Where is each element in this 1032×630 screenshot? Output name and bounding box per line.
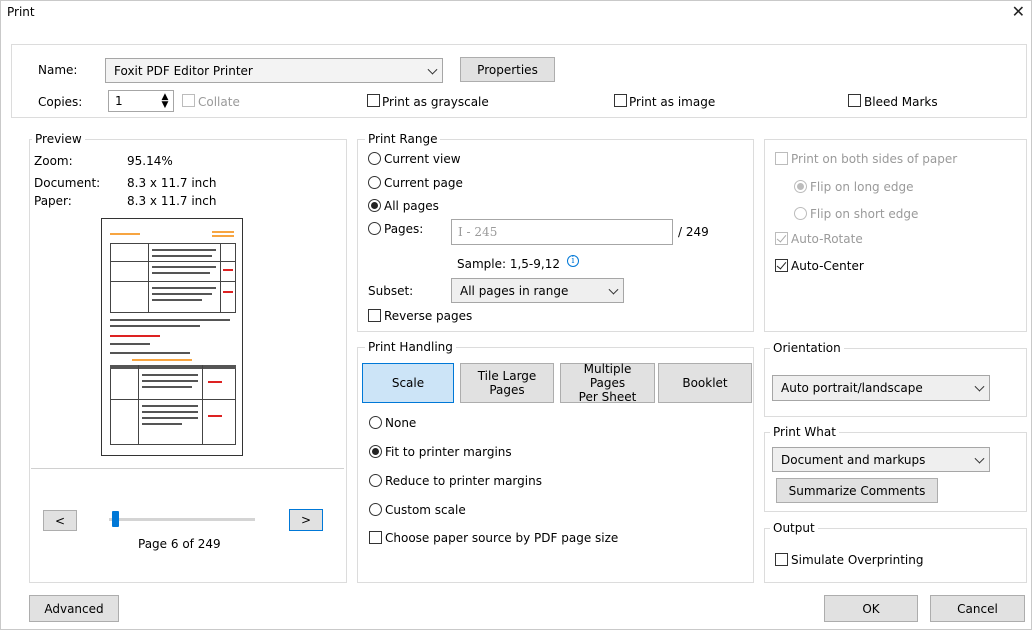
- preview-title: Preview: [32, 132, 85, 146]
- long-edge-label: Flip on long edge: [810, 180, 914, 194]
- document-size-label: Document:: [34, 176, 101, 190]
- cancel-button[interactable]: Cancel: [930, 595, 1025, 622]
- advanced-button[interactable]: Advanced: [29, 595, 119, 622]
- page-slider-track[interactable]: [109, 518, 255, 521]
- summarize-comments-button[interactable]: Summarize Comments: [776, 478, 938, 503]
- custom-scale-label: Custom scale: [385, 503, 466, 517]
- grayscale-checkbox[interactable]: [367, 94, 380, 107]
- all-pages-label: All pages: [384, 199, 439, 213]
- chevron-down-icon: [974, 453, 985, 464]
- chevron-down-icon: [608, 284, 619, 295]
- properties-button[interactable]: Properties: [460, 57, 555, 82]
- collate-checkbox[interactable]: [182, 94, 195, 107]
- collate-label: Collate: [198, 95, 240, 109]
- reduce-margins-radio[interactable]: [369, 474, 382, 487]
- output-title: Output: [770, 521, 818, 535]
- current-view-radio[interactable]: [368, 152, 381, 165]
- tab-scale[interactable]: Scale: [362, 363, 454, 403]
- auto-center-label: Auto-Center: [791, 259, 864, 273]
- page-preview-thumbnail: [101, 218, 243, 456]
- reverse-pages-label: Reverse pages: [384, 309, 473, 323]
- zoom-value: 95.14%: [127, 154, 173, 168]
- print-what-title: Print What: [770, 425, 839, 439]
- previous-page-button[interactable]: <: [43, 510, 77, 531]
- print-handling-title: Print Handling: [365, 340, 456, 354]
- close-icon[interactable]: ✕: [1012, 3, 1025, 21]
- auto-center-checkbox[interactable]: [775, 259, 788, 272]
- copies-field[interactable]: 1 ▲ ▼: [108, 90, 174, 112]
- pages-sample-text: Sample: 1,5-9,12: [457, 257, 560, 271]
- zoom-label: Zoom:: [34, 154, 73, 168]
- current-view-label: Current view: [384, 152, 461, 166]
- grayscale-label: Print as grayscale: [382, 95, 489, 109]
- subset-label: Subset:: [368, 284, 414, 298]
- fit-margins-label: Fit to printer margins: [385, 445, 512, 459]
- print-what-select[interactable]: Document and markups: [772, 447, 990, 472]
- reduce-margins-label: Reduce to printer margins: [385, 474, 542, 488]
- next-page-button[interactable]: >: [289, 509, 323, 531]
- spinner-arrows-icon[interactable]: ▲ ▼: [159, 93, 171, 110]
- reverse-pages-checkbox[interactable]: [368, 309, 381, 322]
- paper-size-value: 8.3 x 11.7 inch: [127, 194, 217, 208]
- printer-select[interactable]: Foxit PDF Editor Printer: [105, 58, 443, 83]
- auto-rotate-label: Auto-Rotate: [791, 232, 863, 246]
- dialog-title: Print: [7, 5, 35, 19]
- long-edge-radio[interactable]: [794, 180, 807, 193]
- preview-divider: [31, 468, 344, 469]
- simulate-overprinting-checkbox[interactable]: [775, 553, 788, 566]
- preview-table-1: [110, 243, 236, 313]
- copies-value: 1: [115, 94, 123, 108]
- bleed-marks-checkbox[interactable]: [848, 94, 861, 107]
- ok-button[interactable]: OK: [824, 595, 918, 622]
- copies-label: Copies:: [38, 95, 83, 109]
- print-as-image-checkbox[interactable]: [614, 94, 627, 107]
- pages-radio[interactable]: [368, 222, 381, 235]
- both-sides-label: Print on both sides of paper: [791, 152, 958, 166]
- current-page-radio[interactable]: [368, 176, 381, 189]
- paper-source-checkbox[interactable]: [369, 531, 382, 544]
- orientation-title: Orientation: [770, 341, 844, 355]
- scale-none-radio[interactable]: [369, 416, 382, 429]
- printer-select-value: Foxit PDF Editor Printer: [114, 63, 253, 78]
- simulate-overprinting-label: Simulate Overprinting: [791, 553, 924, 567]
- pages-input[interactable]: I - 245: [451, 219, 673, 245]
- info-icon[interactable]: i: [567, 255, 579, 267]
- print-what-select-value: Document and markups: [781, 452, 926, 467]
- all-pages-radio[interactable]: [368, 199, 381, 212]
- tab-tile-large-pages[interactable]: Tile Large Pages: [460, 363, 554, 403]
- printer-name-label: Name:: [38, 63, 78, 77]
- fit-margins-radio[interactable]: [369, 445, 382, 458]
- print-range-title: Print Range: [365, 132, 441, 146]
- paper-source-label: Choose paper source by PDF page size: [385, 531, 619, 545]
- subset-select[interactable]: All pages in range: [451, 278, 624, 303]
- print-dialog: Print ✕ Name: Foxit PDF Editor Printer P…: [0, 0, 1032, 630]
- both-sides-checkbox[interactable]: [775, 152, 788, 165]
- page-indicator: Page 6 of 249: [138, 537, 221, 551]
- scale-none-label: None: [385, 416, 417, 430]
- orientation-select-value: Auto portrait/landscape: [781, 381, 923, 395]
- current-page-label: Current page: [384, 176, 463, 190]
- subset-select-value: All pages in range: [460, 283, 569, 298]
- paper-size-label: Paper:: [34, 194, 72, 208]
- short-edge-label: Flip on short edge: [810, 207, 919, 221]
- print-as-image-label: Print as image: [629, 95, 716, 109]
- pages-input-placeholder: I - 245: [458, 225, 498, 239]
- chevron-down-icon: [974, 381, 985, 392]
- short-edge-radio[interactable]: [794, 207, 807, 220]
- orientation-select[interactable]: Auto portrait/landscape: [772, 375, 990, 401]
- document-size-value: 8.3 x 11.7 inch: [127, 176, 217, 190]
- bleed-marks-label: Bleed Marks: [864, 95, 938, 109]
- page-slider-thumb[interactable]: [112, 511, 120, 527]
- pages-label: Pages:: [384, 222, 424, 236]
- tab-booklet[interactable]: Booklet: [658, 363, 752, 403]
- title-bar: Print ✕: [1, 1, 1031, 25]
- tab-multiple-pages[interactable]: Multiple Pages Per Sheet: [560, 362, 655, 404]
- auto-rotate-checkbox[interactable]: [775, 232, 788, 245]
- pages-total: / 249: [678, 225, 709, 239]
- chevron-down-icon: [427, 64, 438, 75]
- custom-scale-radio[interactable]: [369, 503, 382, 516]
